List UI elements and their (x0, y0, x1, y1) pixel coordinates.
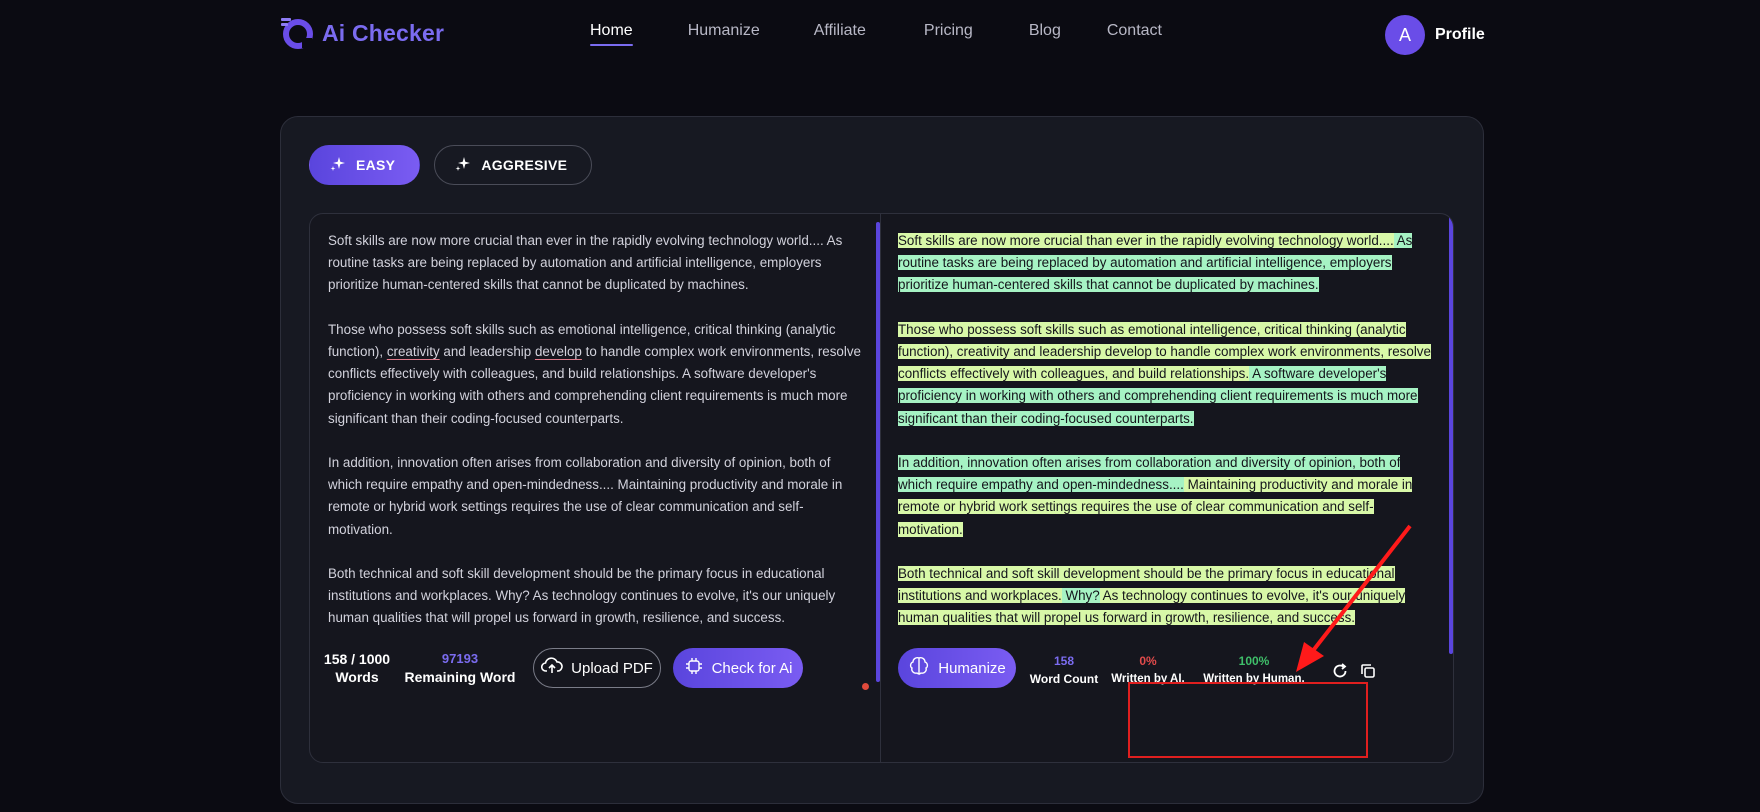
status-dot (862, 683, 869, 690)
output-text: Soft skills are now more crucial than ev… (898, 230, 1436, 662)
input-paragraph: Both technical and soft skill developmen… (328, 566, 836, 626)
word-count-stat: 158 / 1000 Words (316, 650, 398, 686)
check-for-ai-label: Check for Ai (711, 659, 793, 677)
input-paragraph: Soft skills are now more crucial than ev… (328, 233, 843, 293)
upload-pdf-label: Upload PDF (571, 659, 653, 677)
profile-menu[interactable]: A Profile (1385, 15, 1485, 55)
top-navbar: Ai Checker Home Humanize Affiliate Prici… (0, 0, 1760, 70)
nav-humanize[interactable]: Humanize (688, 22, 760, 46)
refresh-icon[interactable] (1329, 660, 1351, 682)
mode-aggressive-label: AGGRESIVE (481, 157, 568, 173)
nav-pricing[interactable]: Pricing (924, 22, 973, 46)
input-paragraph: In addition, innovation often arises fro… (328, 455, 843, 537)
output-paragraph: Both technical and soft skill developmen… (898, 566, 1406, 626)
output-paragraph: In addition, innovation often arises fro… (898, 455, 1413, 537)
output-word-count-value: 158 (1053, 654, 1075, 668)
cloud-upload-icon (541, 657, 563, 679)
mode-tabs: EASY AGGRESIVE (309, 145, 593, 185)
mode-easy-label: EASY (356, 157, 396, 173)
ai-percent: 0% (1139, 654, 1157, 668)
upload-pdf-button[interactable]: Upload PDF (533, 648, 661, 688)
word-count-value: 158 / 1000 (323, 651, 391, 667)
logo-icon (278, 14, 316, 52)
output-paragraph: Soft skills are now more crucial than ev… (898, 233, 1413, 293)
chip-icon (684, 656, 704, 680)
brand-name: Ai Checker (322, 19, 445, 46)
profile-label[interactable]: Profile (1435, 26, 1485, 44)
output-paragraph: Those who possess soft skills such as em… (898, 321, 1431, 426)
remaining-words-stat: 97193 Remaining Word (404, 650, 516, 686)
humanize-button[interactable]: Humanize (898, 648, 1016, 688)
human-percent: 100% (1238, 654, 1270, 668)
output-word-count-label: Word Count (1029, 672, 1099, 686)
nav-affiliate[interactable]: Affiliate (814, 22, 866, 46)
mode-aggressive-button[interactable]: AGGRESIVE (434, 145, 593, 185)
input-pane: Soft skills are now more crucial than ev… (310, 214, 881, 762)
nav-home[interactable]: Home (590, 22, 633, 46)
brand-logo[interactable]: Ai Checker (278, 14, 444, 52)
annotation-highlight-box (1128, 682, 1368, 758)
input-paragraph: Those who possess soft skills such as em… (328, 321, 861, 426)
input-scrollbar[interactable] (876, 222, 880, 682)
flagged-word[interactable]: develop (535, 344, 582, 359)
flagged-word[interactable]: creativity (387, 344, 440, 359)
nav-contact[interactable]: Contact (1107, 22, 1162, 46)
sparkle-icon (330, 156, 346, 175)
brain-icon (908, 656, 930, 680)
output-scrollbar[interactable] (1449, 214, 1453, 654)
copy-icon[interactable] (1357, 660, 1379, 682)
nav-links: Home Humanize Affiliate Pricing Blog Con… (590, 22, 1217, 46)
sparkle-icon (455, 156, 471, 175)
humanize-label: Humanize (938, 659, 1006, 677)
remaining-words-value: 97193 (441, 651, 479, 666)
word-count-label: Words (335, 669, 379, 685)
mode-easy-button[interactable]: EASY (309, 145, 421, 185)
avatar[interactable]: A (1385, 15, 1425, 55)
remaining-words-label: Remaining Word (404, 669, 516, 685)
output-pane: Soft skills are now more crucial than ev… (882, 214, 1453, 762)
editor-panel: Soft skills are now more crucial than ev… (309, 213, 1454, 763)
nav-blog[interactable]: Blog (1029, 22, 1061, 46)
check-for-ai-button[interactable]: Check for Ai (673, 648, 803, 688)
output-word-count: 158 Word Count (1024, 652, 1104, 688)
input-textarea[interactable]: Soft skills are now more crucial than ev… (328, 230, 868, 662)
